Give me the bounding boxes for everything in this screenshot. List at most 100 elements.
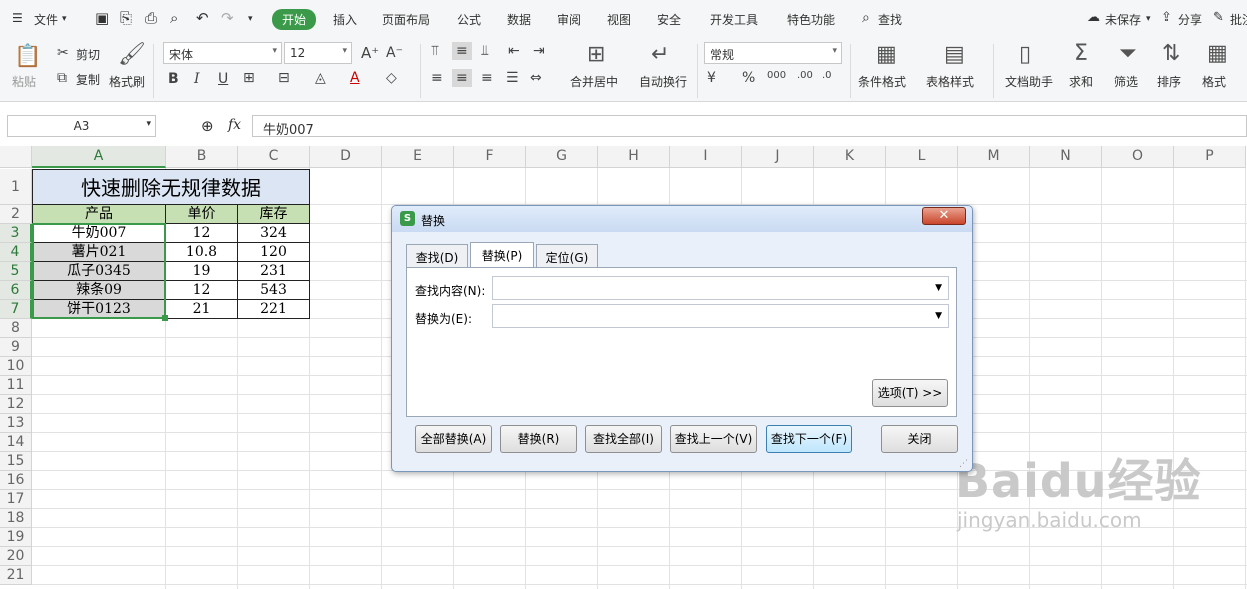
sum-button[interactable]: 求和 xyxy=(1069,73,1093,90)
tab-review[interactable]: 审阅 xyxy=(557,11,581,28)
align-right-icon[interactable]: ≡ xyxy=(481,71,493,85)
row-header[interactable]: 9 xyxy=(0,338,32,357)
format-painter-button[interactable]: 格式刷 xyxy=(109,73,145,90)
row-header[interactable]: 21 xyxy=(0,566,32,585)
filter-button[interactable]: 筛选 xyxy=(1114,73,1138,90)
decrease-indent-icon[interactable]: ⇤ xyxy=(508,44,520,58)
column-header[interactable]: O xyxy=(1102,146,1174,168)
cell-price[interactable]: 10.8 xyxy=(166,243,238,262)
align-left-icon[interactable]: ≡ xyxy=(431,71,443,85)
merge-icon[interactable]: ⊞ xyxy=(587,44,605,66)
cell-stock[interactable]: 231 xyxy=(238,262,310,281)
close-icon[interactable]: ✕ xyxy=(922,207,966,225)
font-size-select[interactable]: 12 ▾ xyxy=(284,42,352,64)
conditional-format-button[interactable]: 条件格式 xyxy=(858,73,906,90)
row-header[interactable]: 11 xyxy=(0,376,32,395)
column-header[interactable]: I xyxy=(670,146,742,168)
options-button[interactable]: 选项(T) >> xyxy=(872,379,948,407)
clear-icon[interactable]: ◇ xyxy=(386,71,397,85)
format-icon[interactable]: ▦ xyxy=(1207,43,1228,65)
sort-button[interactable]: 排序 xyxy=(1157,73,1181,90)
wrap-icon[interactable]: ↵ xyxy=(651,44,669,66)
tab-insert[interactable]: 插入 xyxy=(333,11,357,28)
scissors-icon[interactable]: ✂ xyxy=(57,46,69,60)
print-preview-icon[interactable]: ⌕ xyxy=(170,9,178,27)
dialog-titlebar[interactable]: S 替换 ✕ xyxy=(392,206,972,232)
align-top-icon[interactable]: ⫪ xyxy=(431,44,439,58)
column-header[interactable]: L xyxy=(886,146,958,168)
chevron-down-icon[interactable]: ▾ xyxy=(62,14,67,24)
more-dropdown-icon[interactable]: ▾ xyxy=(248,14,253,24)
column-header[interactable]: C xyxy=(238,146,310,168)
row-header[interactable]: 16 xyxy=(0,471,32,490)
name-box[interactable]: A3 ▾ xyxy=(7,115,156,137)
cell-product[interactable]: 饼干0123 xyxy=(32,300,166,319)
comment-icon[interactable]: ✎ xyxy=(1213,10,1224,25)
find-all-button[interactable]: 查找全部(I) xyxy=(585,425,662,453)
cell-price[interactable]: 12 xyxy=(166,281,238,300)
row-header[interactable]: 1 xyxy=(0,169,32,205)
fill-pattern-icon[interactable]: ⊟ xyxy=(278,71,290,85)
sheet-title[interactable]: 快速删除无规律数据 xyxy=(32,169,310,205)
tab-features[interactable]: 特色功能 xyxy=(787,11,835,28)
find-next-button[interactable]: 查找下一个(F) xyxy=(766,425,852,453)
replace-all-button[interactable]: 全部替换(A) xyxy=(415,425,492,453)
font-color-icon[interactable]: A xyxy=(350,71,360,85)
share-icon[interactable]: ⇪ xyxy=(1161,10,1172,25)
sum-icon[interactable]: Σ xyxy=(1074,43,1088,65)
cell-product[interactable]: 牛奶007 xyxy=(32,224,166,243)
header-product[interactable]: 产品 xyxy=(32,205,166,224)
cell-stock[interactable]: 221 xyxy=(238,300,310,319)
replace-input[interactable]: ▼ xyxy=(492,304,949,328)
column-header[interactable]: D xyxy=(310,146,382,168)
chevron-down-icon[interactable]: ▼ xyxy=(935,283,942,293)
row-header[interactable]: 5 xyxy=(0,262,32,281)
save-icon[interactable]: ▣ xyxy=(95,9,109,27)
column-header[interactable]: H xyxy=(598,146,670,168)
batch-button[interactable]: 批注 xyxy=(1230,11,1247,28)
row-header[interactable]: 13 xyxy=(0,414,32,433)
cell-stock[interactable]: 543 xyxy=(238,281,310,300)
remove-decimal-icon[interactable]: .0 xyxy=(822,69,832,83)
find-previous-button[interactable]: 查找上一个(V) xyxy=(670,425,757,453)
tab-developer[interactable]: 开发工具 xyxy=(710,11,758,28)
search-icon[interactable]: ⌕ xyxy=(862,10,870,26)
currency-icon[interactable]: ¥ xyxy=(707,71,716,85)
number-format-select[interactable]: 常规 ▾ xyxy=(704,42,842,64)
copy-icon[interactable]: ⧉ xyxy=(57,71,67,85)
decrease-font-icon[interactable]: A⁻ xyxy=(386,46,403,60)
cut-button[interactable]: 剪切 xyxy=(76,46,100,63)
redo-icon[interactable]: ↷ xyxy=(221,9,234,27)
fill-handle[interactable] xyxy=(162,315,168,321)
align-bottom-icon[interactable]: ⫫ xyxy=(481,44,489,58)
column-header[interactable]: J xyxy=(742,146,814,168)
tab-find[interactable]: 查找(D) xyxy=(406,244,468,267)
row-header[interactable]: 12 xyxy=(0,395,32,414)
menu-file[interactable]: 文件 xyxy=(34,11,58,28)
print-icon[interactable]: ⎙ xyxy=(145,9,157,27)
row-header[interactable]: 10 xyxy=(0,357,32,376)
increase-indent-icon[interactable]: ⇥ xyxy=(533,44,545,58)
cloud-icon[interactable]: ☁ xyxy=(1087,10,1100,25)
column-header[interactable]: P xyxy=(1174,146,1246,168)
cell-product[interactable]: 薯片021 xyxy=(32,243,166,262)
fx-icon[interactable]: fx xyxy=(228,117,241,133)
conditional-format-icon[interactable]: ▦ xyxy=(876,44,897,66)
justify-icon[interactable]: ☰ xyxy=(506,71,519,85)
column-header[interactable]: K xyxy=(814,146,886,168)
tab-goto[interactable]: 定位(G) xyxy=(536,244,598,267)
row-header[interactable]: 17 xyxy=(0,490,32,509)
zoom-icon[interactable]: ⊕ xyxy=(201,117,214,135)
thousands-icon[interactable]: 000 xyxy=(767,69,786,83)
underline-icon[interactable]: U xyxy=(218,72,228,86)
fill-color-icon[interactable]: ◬ xyxy=(315,71,326,85)
resize-grip-icon[interactable]: ⋰ xyxy=(959,459,968,469)
menu-search[interactable]: 查找 xyxy=(878,11,902,28)
row-header[interactable]: 19 xyxy=(0,528,32,547)
row-header[interactable]: 6 xyxy=(0,281,32,300)
row-header[interactable]: 4 xyxy=(0,243,32,262)
cell-stock[interactable]: 324 xyxy=(238,224,310,243)
chevron-down-icon[interactable]: ▾ xyxy=(1146,14,1151,24)
percent-icon[interactable]: % xyxy=(742,71,755,85)
table-style-icon[interactable]: ▤ xyxy=(944,44,965,66)
